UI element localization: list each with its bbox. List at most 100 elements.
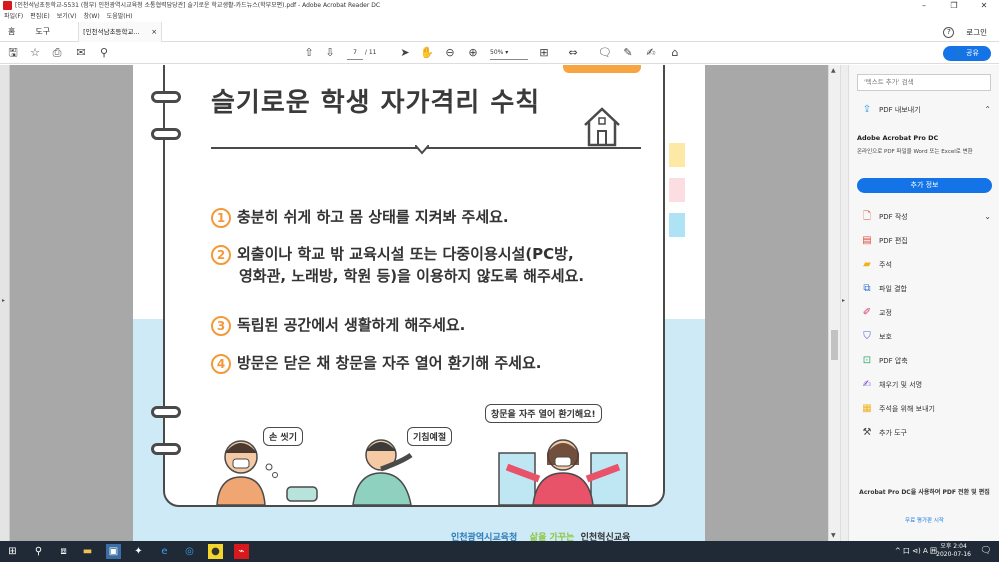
window-controls: – ❐ ✕ bbox=[909, 0, 999, 11]
document-viewer[interactable]: ▸ 슬기로운 학생 자가격리 수칙 1 충분히 쉬게 하고 몸 상태를 지켜봐 주… bbox=[0, 65, 840, 541]
chevron-up-icon[interactable]: ⌃ bbox=[984, 104, 991, 116]
yellow-swatch bbox=[669, 143, 685, 167]
scroll-up-icon[interactable]: ▲ bbox=[831, 67, 836, 74]
menu-bar: 파일(F) 편집(E) 보기(V) 창(W) 도움말(H) bbox=[0, 11, 999, 22]
promo-title: Adobe Acrobat Pro DC bbox=[857, 134, 939, 142]
comment-tool-icon: ▰ bbox=[863, 259, 871, 270]
window-title: [인천석남초등학교-5531 (첨부) 인천광역시교육청 소통협력담당관] 슬기… bbox=[15, 2, 381, 9]
tool-label: 주석 bbox=[879, 261, 892, 269]
rule-text: 충분히 쉬게 하고 몸 상태를 지켜봐 주세요. bbox=[237, 208, 509, 226]
tool-label: PDF 압축 bbox=[879, 357, 908, 365]
system-tray[interactable]: ^ 口 ⊲) A 囲 bbox=[895, 541, 937, 562]
fit-page-icon[interactable]: ⊞ bbox=[537, 46, 551, 60]
acrobat-taskbar-icon[interactable]: ⌁ bbox=[234, 544, 249, 559]
free-trial-link[interactable]: 무료 평가판 시작 bbox=[857, 516, 992, 524]
prev-page-icon[interactable]: ⇧ bbox=[302, 46, 316, 60]
highlight-pen-icon[interactable]: ✎ bbox=[621, 46, 635, 60]
chevron-down-icon[interactable]: ⌄ bbox=[984, 211, 991, 223]
rule-text-continued: 영화관, 노래방, 학원 등)을 이용하지 않도록 해주세요. bbox=[239, 267, 585, 285]
export-pdf-item[interactable]: ⇪ PDF 내보내기 ⌃ bbox=[861, 104, 991, 116]
comment-icon[interactable]: 🗨 bbox=[598, 46, 612, 60]
tool-send-for-comments[interactable]: ▦ 주석을 위해 보내기 bbox=[861, 403, 991, 415]
email-icon[interactable]: ✉ bbox=[74, 46, 88, 60]
blue-swatch bbox=[669, 213, 685, 237]
app-icon[interactable]: ▣ bbox=[106, 544, 121, 559]
menu-file[interactable]: 파일(F) bbox=[4, 11, 23, 22]
left-nav-strip[interactable]: ▸ bbox=[0, 65, 10, 541]
tool-combine-files[interactable]: ⧉ 파일 결합 bbox=[861, 283, 991, 295]
save-icon[interactable]: 🖫 bbox=[6, 46, 20, 60]
search-icon[interactable]: ⚲ bbox=[97, 46, 111, 60]
next-page-icon[interactable]: ⇩ bbox=[323, 46, 337, 60]
menu-edit[interactable]: 편집(E) bbox=[30, 11, 50, 22]
tool-create-pdf[interactable]: 🗋 PDF 작성 ⌄ bbox=[861, 211, 991, 223]
expand-left-icon[interactable]: ▸ bbox=[2, 297, 5, 304]
tool-comment[interactable]: ▰ 주석 bbox=[861, 259, 991, 271]
rule-number: 4 bbox=[211, 353, 231, 374]
footer-logo-innovation: 인천혁신교육 bbox=[580, 533, 631, 541]
help-icon[interactable]: ? bbox=[943, 26, 955, 38]
combine-files-icon: ⧉ bbox=[863, 283, 871, 294]
zoom-out-icon[interactable]: ⊖ bbox=[443, 46, 457, 60]
tab-document[interactable]: [인천석남초등학교... × bbox=[78, 21, 163, 42]
windows-start-icon[interactable]: ⊞ bbox=[5, 544, 20, 559]
search-icon[interactable]: ⚲ bbox=[31, 544, 46, 559]
tool-label: 보호 bbox=[879, 333, 892, 341]
upsell-text: Acrobat Pro DC을 사용하여 PDF 전환 및 편집 bbox=[859, 489, 990, 496]
clock-date: 2020-07-16 bbox=[936, 551, 971, 558]
house-icon bbox=[584, 107, 620, 147]
internet-explorer-icon[interactable]: e bbox=[157, 544, 172, 559]
tool-proofread[interactable]: ✐ 교정 bbox=[861, 307, 991, 319]
close-tab-icon[interactable]: × bbox=[151, 22, 157, 42]
tool-fill-sign[interactable]: ✍ 채우기 및 서명 bbox=[861, 379, 991, 391]
sign-icon[interactable]: ✍ bbox=[644, 46, 658, 60]
menu-view[interactable]: 보기(V) bbox=[57, 11, 77, 22]
zoom-select[interactable]: 50% ▾ bbox=[490, 47, 528, 60]
kakaotalk-icon[interactable]: ● bbox=[208, 544, 223, 559]
scroll-down-icon[interactable]: ▼ bbox=[831, 532, 836, 539]
tab-home[interactable]: 홈 bbox=[8, 26, 15, 37]
login-link[interactable]: 로그인 bbox=[966, 27, 987, 38]
zoom-in-icon[interactable]: ⊕ bbox=[466, 46, 480, 60]
clock-time: 오후 2:04 bbox=[940, 543, 967, 550]
rule-number: 1 bbox=[211, 207, 231, 228]
hand-tool-icon[interactable]: ✋ bbox=[420, 46, 434, 60]
select-cursor-icon[interactable]: ➤ bbox=[398, 46, 412, 60]
tool-compress-pdf[interactable]: ⊡ PDF 압축 bbox=[861, 355, 991, 367]
panel-collapse-strip[interactable]: ▸ bbox=[840, 65, 848, 541]
minimize-button[interactable]: – bbox=[909, 0, 939, 11]
tag-icon[interactable]: ⌂ bbox=[668, 46, 682, 60]
tool-more-tools[interactable]: ⚒ 추가 도구 bbox=[861, 427, 991, 439]
page-title: 슬기로운 학생 자가격리 수칙 bbox=[211, 88, 541, 118]
close-window-button[interactable]: ✕ bbox=[969, 0, 999, 11]
clock[interactable]: 오후 2:04 2020-07-16 bbox=[936, 543, 971, 559]
tab-bar: 홈 도구 [인천석남초등학교... × ? 로그인 bbox=[0, 21, 999, 42]
app-icon[interactable]: ✦ bbox=[131, 544, 146, 559]
rule-2: 2 외출이나 학교 밖 교육시설 또는 다중이용시설(PC방, 영화관, 노래방,… bbox=[211, 243, 584, 287]
pink-swatch bbox=[669, 178, 685, 202]
print-icon[interactable]: ⎙ bbox=[50, 46, 64, 60]
tool-protect[interactable]: ⛉ 보호 bbox=[861, 331, 991, 343]
collapse-panel-icon[interactable]: ▸ bbox=[842, 297, 845, 304]
bookmark-star-icon[interactable]: ☆ bbox=[28, 46, 42, 60]
more-info-button[interactable]: 추가 정보 bbox=[857, 178, 992, 193]
tools-search-input[interactable]: '텍스트 추가' 검색 bbox=[857, 74, 991, 91]
tab-tools[interactable]: 도구 bbox=[35, 26, 50, 37]
menu-help[interactable]: 도움말(H) bbox=[107, 11, 133, 22]
soap-dish-illustration bbox=[286, 486, 318, 502]
rule-text: 독립된 공간에서 생활하게 해주세요. bbox=[237, 316, 466, 334]
create-pdf-icon: 🗋 bbox=[862, 211, 872, 222]
page-number-input[interactable]: 7 bbox=[347, 47, 363, 60]
file-explorer-icon[interactable]: ▬ bbox=[80, 544, 95, 559]
maximize-button[interactable]: ❐ bbox=[939, 0, 969, 11]
menu-window[interactable]: 창(W) bbox=[84, 11, 100, 22]
footer-logos: 인천광역시교육청 삶을 가꾸는 인천혁신교육 bbox=[451, 530, 630, 541]
vertical-scrollbar[interactable]: ▲ ▼ bbox=[828, 65, 840, 541]
scroll-mode-icon[interactable]: ⇔ bbox=[566, 46, 580, 60]
share-button[interactable]: 👤 공유 bbox=[943, 46, 991, 61]
task-view-icon[interactable]: ⧈ bbox=[56, 544, 71, 559]
notification-icon[interactable]: 🗨 bbox=[979, 544, 993, 558]
edge-icon[interactable]: ◎ bbox=[182, 544, 197, 559]
scroll-thumb[interactable] bbox=[831, 330, 838, 360]
tool-edit-pdf[interactable]: ▤ PDF 편집 bbox=[861, 235, 991, 247]
